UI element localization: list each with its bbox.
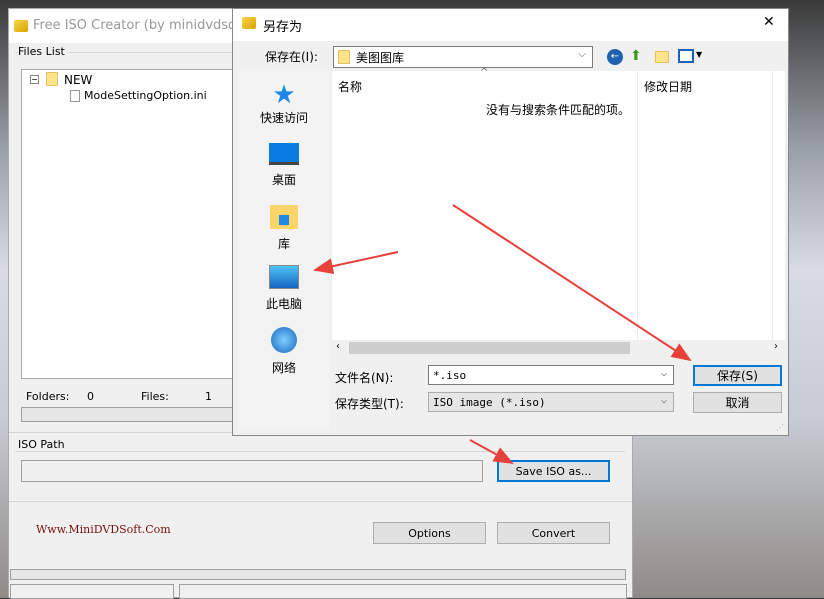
- arrow-to-save-iso: [469, 439, 514, 464]
- arrow-to-save: [452, 204, 692, 362]
- annotation-arrows: [313, 204, 692, 464]
- arrow-to-this-pc: [313, 251, 399, 275]
